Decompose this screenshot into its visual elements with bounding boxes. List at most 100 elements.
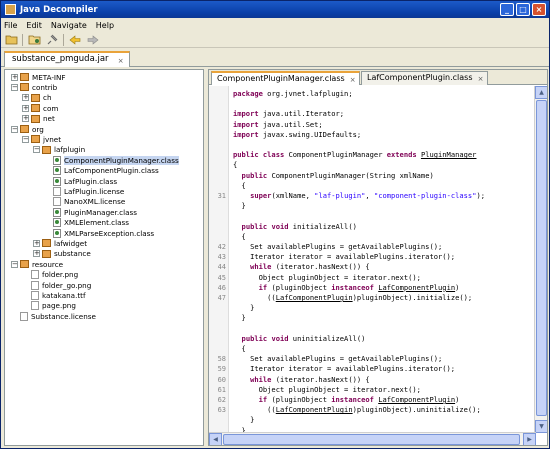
back-icon[interactable] (68, 33, 82, 46)
tree-item[interactable]: + net (22, 114, 55, 124)
scroll-right-icon[interactable]: ▶ (523, 433, 536, 445)
tree-item-label: net (43, 114, 55, 124)
tree-item[interactable]: − org (11, 124, 44, 134)
file-tab-strip: substance_pmguda.jar × (1, 49, 549, 67)
menu-navigate[interactable]: Navigate (51, 21, 87, 30)
code-keyword: if (258, 282, 268, 292)
forward-icon[interactable] (86, 33, 100, 46)
code-text: } (233, 313, 246, 323)
expand-icon[interactable]: + (22, 115, 29, 123)
line-number: 61 (217, 385, 226, 394)
collapse-icon[interactable]: − (11, 125, 18, 133)
collapse-icon[interactable]: − (22, 135, 29, 143)
minimize-button[interactable]: _ (500, 3, 514, 16)
tree-item[interactable]: XMLElement.class (53, 218, 129, 228)
tree-item-label: lafplugin (54, 145, 86, 155)
tree-item[interactable]: + com (22, 103, 58, 113)
tab-component-plugin-manager[interactable]: ComponentPluginManager.class × (211, 71, 360, 85)
code-text: )pluginObject).uninitialize(); (352, 405, 481, 415)
code-text: )pluginObject).initialize(); (352, 293, 473, 302)
code-text: (pluginObject (267, 395, 332, 404)
code-line: Set availablePlugins = getAvailablePlugi… (233, 242, 442, 252)
code-line: } (233, 415, 254, 425)
tree-item[interactable]: NanoXML.license (53, 197, 125, 207)
collapse-icon[interactable]: − (11, 83, 18, 91)
tree-item[interactable]: ComponentPluginManager.class (53, 155, 179, 165)
code-line: import java.util.Iterator; (233, 109, 344, 119)
collapse-icon[interactable]: − (11, 260, 18, 268)
tree-item[interactable]: + META-INF (11, 72, 66, 82)
tree-item-label: ch (43, 93, 52, 103)
tree-item[interactable]: − lafplugin (33, 145, 85, 155)
code-keyword: public void (241, 333, 289, 343)
code-line: Object pluginObject = iterator.next(); (233, 273, 421, 283)
tree-item[interactable]: − jvnet (22, 134, 61, 144)
close-icon[interactable]: × (478, 73, 484, 85)
window-title: Java Decompiler (20, 4, 98, 15)
code-text: { (233, 231, 246, 241)
code-keyword: while (250, 262, 272, 272)
title-bar[interactable]: Java Decompiler _ □ × (1, 1, 549, 18)
tree-item[interactable]: page.png (31, 301, 76, 311)
code-line: while (iterator.hasNext()) { (233, 262, 370, 272)
tree-item[interactable]: LafComponentPlugin.class (53, 166, 159, 176)
search-icon[interactable] (45, 33, 59, 46)
maximize-button[interactable]: □ (516, 3, 530, 16)
scroll-up-icon[interactable]: ▲ (535, 86, 547, 99)
code-text: (( (233, 405, 276, 415)
code-type-link[interactable]: PluginManager (421, 150, 477, 159)
code-type-link[interactable]: LafComponentPlugin (276, 405, 353, 414)
app-icon (5, 4, 16, 15)
file-tab[interactable]: substance_pmguda.jar × (4, 51, 130, 67)
source-code[interactable]: package org.jvnet.lafplugin; import java.… (230, 86, 534, 433)
expand-icon[interactable]: + (22, 104, 29, 112)
scroll-left-icon[interactable]: ◀ (209, 433, 222, 445)
tree-item[interactable]: folder.png (31, 270, 78, 280)
code-type-link[interactable]: LafComponentPlugin (378, 283, 455, 292)
tree-item[interactable]: + lafwidget (33, 238, 87, 248)
code-line: { (233, 344, 246, 354)
package-tree[interactable]: + META-INF − contrib + ch + com + net − org − jvnet − l… (4, 69, 204, 446)
menu-help[interactable]: Help (96, 21, 114, 30)
tree-item[interactable]: LafPlugin.class (53, 176, 117, 186)
scroll-thumb[interactable] (223, 434, 520, 445)
tree-item[interactable]: PluginManager.class (53, 207, 137, 217)
horizontal-scrollbar[interactable]: ◀ ▶ (209, 432, 536, 445)
tree-item[interactable]: folder_go.png (31, 280, 91, 290)
menu-edit[interactable]: Edit (26, 21, 42, 30)
scroll-down-icon[interactable]: ▼ (535, 420, 547, 433)
tree-item[interactable]: − resource (11, 259, 63, 269)
tree-item[interactable]: − contrib (11, 82, 57, 92)
expand-icon[interactable]: + (33, 239, 40, 247)
close-icon[interactable]: × (118, 55, 124, 67)
open-icon[interactable] (4, 33, 18, 46)
code-line: import java.util.Set; (233, 120, 323, 130)
tree-item[interactable]: Substance.license (20, 311, 96, 321)
tree-item[interactable]: + substance (33, 249, 91, 259)
tree-item[interactable]: XMLParseException.class (53, 228, 154, 238)
code-keyword: public (241, 170, 268, 180)
code-type-link[interactable]: LafComponentPlugin (276, 293, 353, 302)
close-button[interactable]: × (532, 3, 546, 16)
menu-file[interactable]: File (4, 21, 17, 30)
line-number: 46 (217, 283, 226, 292)
expand-icon[interactable]: + (11, 73, 18, 81)
tree-item-label: LafPlugin.class (64, 176, 118, 186)
vertical-scrollbar[interactable]: ▲ ▼ (534, 86, 547, 433)
code-keyword: instanceof (331, 395, 374, 404)
expand-icon[interactable]: + (22, 94, 29, 102)
collapse-icon[interactable]: − (33, 146, 40, 154)
scroll-thumb[interactable] (536, 100, 547, 416)
open-type-icon[interactable] (27, 33, 41, 46)
tree-item[interactable]: LafPlugin.license (53, 186, 124, 196)
code-keyword: public class (233, 150, 285, 160)
close-icon[interactable]: × (350, 74, 356, 86)
tab-laf-component-plugin[interactable]: LafComponentPlugin.class × (361, 71, 488, 85)
tree-item[interactable]: + ch (22, 93, 52, 103)
expand-icon[interactable]: + (33, 250, 40, 258)
code-text: javax.swing.UIDefaults; (258, 129, 362, 139)
code-type-link[interactable]: LafComponentPlugin (378, 395, 455, 404)
tree-item[interactable]: katakana.ttf (31, 290, 86, 300)
